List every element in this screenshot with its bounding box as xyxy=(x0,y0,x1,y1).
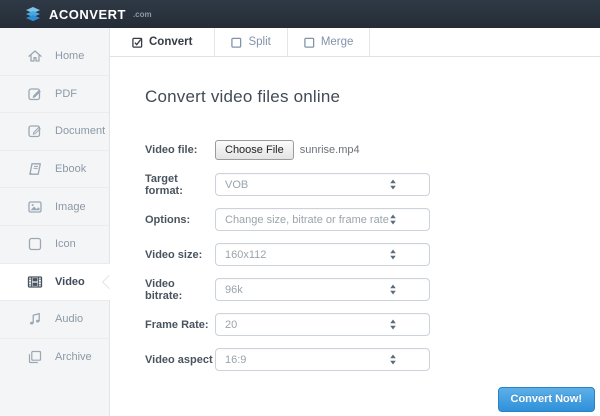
ebook-icon xyxy=(27,161,43,177)
archive-icon xyxy=(27,349,43,365)
checkbox-unchecked-icon xyxy=(231,37,242,48)
tab-bar: Convert Split Merge xyxy=(110,28,600,57)
video-aspect-select[interactable]: 16:9 xyxy=(215,348,430,371)
tab-split[interactable]: Split xyxy=(215,28,287,56)
sidebar-item-label: PDF xyxy=(55,88,77,100)
icon-icon xyxy=(27,236,43,252)
field-label: Video bitrate: xyxy=(145,278,215,302)
sidebar-item-pdf[interactable]: PDF xyxy=(0,75,109,113)
sidebar-item-label: Home xyxy=(55,50,84,62)
frame-rate-select[interactable]: 20 xyxy=(215,313,430,336)
select-stepper-icon xyxy=(389,179,397,190)
video-bitrate-select[interactable]: 96k xyxy=(215,278,430,301)
field-label: Options: xyxy=(145,214,215,226)
sidebar: Home PDF Document Ebook Image Icon xyxy=(0,28,110,416)
video-icon xyxy=(27,274,43,290)
select-stepper-icon xyxy=(389,319,397,330)
select-value: 96k xyxy=(225,284,243,296)
form-row-options: Options: Change size, bitrate or frame r… xyxy=(145,208,600,231)
sidebar-item-ebook[interactable]: Ebook xyxy=(0,150,109,188)
select-stepper-icon xyxy=(389,249,397,260)
field-label: Target format: xyxy=(145,173,215,197)
sidebar-item-video[interactable]: Video xyxy=(0,263,110,301)
pdf-icon xyxy=(27,86,43,102)
select-value: 20 xyxy=(225,319,237,331)
brand-name: ACONVERT xyxy=(49,7,126,22)
tab-label: Split xyxy=(248,36,270,48)
document-icon xyxy=(27,123,43,139)
form-row-target-format: Target format: VOB xyxy=(145,173,600,196)
sidebar-item-label: Image xyxy=(55,201,86,213)
brand-logo[interactable]: ACONVERT .com xyxy=(24,7,152,22)
selected-filename: sunrise.mp4 xyxy=(300,144,360,156)
main-panel: Convert Split Merge Convert video files … xyxy=(110,28,600,416)
sidebar-item-label: Document xyxy=(55,125,105,137)
sidebar-item-document[interactable]: Document xyxy=(0,112,109,150)
sidebar-item-home[interactable]: Home xyxy=(0,37,109,75)
sidebar-item-label: Ebook xyxy=(55,163,86,175)
sidebar-item-label: Archive xyxy=(55,351,92,363)
target-format-select[interactable]: VOB xyxy=(215,173,430,196)
form-row-frame-rate: Frame Rate: 20 xyxy=(145,313,600,336)
tab-label: Merge xyxy=(321,36,354,48)
sidebar-item-label: Audio xyxy=(55,313,83,325)
form-row-video-file: Video file: Choose File sunrise.mp4 xyxy=(145,138,600,161)
convert-form: Video file: Choose File sunrise.mp4 Targ… xyxy=(145,138,600,371)
field-label: Video file: xyxy=(145,144,215,156)
tab-label: Convert xyxy=(149,36,192,48)
tab-convert[interactable]: Convert xyxy=(110,28,215,56)
page-title: Convert video files online xyxy=(145,87,600,107)
form-row-video-aspect: Video aspect 16:9 xyxy=(145,348,600,371)
checkbox-unchecked-icon xyxy=(304,37,315,48)
choose-file-button[interactable]: Choose File xyxy=(215,140,294,160)
field-label: Video aspect xyxy=(145,354,215,366)
app-window: ACONVERT .com Home PDF Document Ebook xyxy=(0,0,600,416)
convert-now-button[interactable]: Convert Now! xyxy=(498,387,596,412)
field-label: Frame Rate: xyxy=(145,319,215,331)
tab-merge[interactable]: Merge xyxy=(288,28,371,56)
select-value: Change size, bitrate or frame rate xyxy=(225,214,389,226)
top-header: ACONVERT .com xyxy=(0,0,600,28)
sidebar-item-label: Video xyxy=(55,276,85,288)
video-size-select[interactable]: 160x112 xyxy=(215,243,430,266)
select-value: 16:9 xyxy=(225,354,246,366)
field-label: Video size: xyxy=(145,249,215,261)
sidebar-item-label: Icon xyxy=(55,238,76,250)
select-stepper-icon xyxy=(389,284,397,295)
sidebar-item-audio[interactable]: Audio xyxy=(0,300,109,338)
options-select[interactable]: Change size, bitrate or frame rate xyxy=(215,208,430,231)
sidebar-item-icon[interactable]: Icon xyxy=(0,225,109,263)
home-icon xyxy=(27,48,43,64)
content-area: Convert video files online Video file: C… xyxy=(110,57,600,383)
select-stepper-icon xyxy=(389,354,397,365)
select-value: VOB xyxy=(225,179,248,191)
image-icon xyxy=(27,199,43,215)
sidebar-item-archive[interactable]: Archive xyxy=(0,338,109,376)
brand-suffix: .com xyxy=(133,10,152,19)
checkbox-checked-icon xyxy=(132,37,143,48)
layers-icon xyxy=(24,7,42,22)
form-row-video-size: Video size: 160x112 xyxy=(145,243,600,266)
select-value: 160x112 xyxy=(225,249,266,261)
form-row-video-bitrate: Video bitrate: 96k xyxy=(145,278,600,301)
audio-icon xyxy=(27,311,43,327)
select-stepper-icon xyxy=(389,214,397,225)
sidebar-item-image[interactable]: Image xyxy=(0,187,109,225)
